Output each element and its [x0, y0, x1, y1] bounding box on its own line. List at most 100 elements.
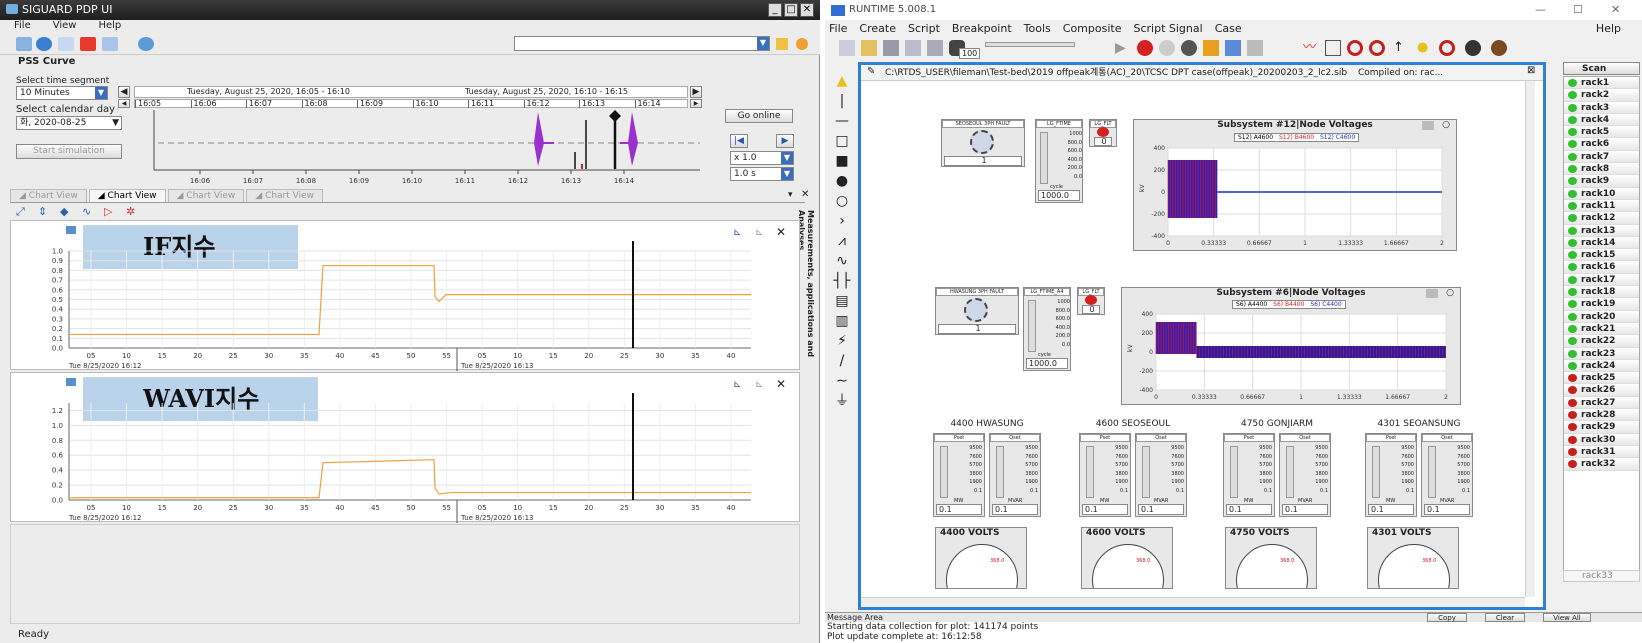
slider-track[interactable] — [1372, 446, 1380, 498]
fault-control-2[interactable]: HWASUNG 3PH FAULT 1 — [935, 287, 1019, 335]
flt-button-2[interactable]: LG_FLT 0 — [1077, 287, 1105, 315]
filled-circle-icon[interactable]: ● — [833, 172, 851, 190]
monitor-icon[interactable] — [1203, 40, 1219, 56]
circle-icon[interactable]: ○ — [833, 192, 851, 210]
resistor-icon[interactable]: ⩘ — [833, 232, 851, 250]
menu-script-signal[interactable]: Script Signal — [1133, 22, 1202, 35]
next-range-button[interactable]: ▶ — [690, 86, 702, 98]
capacitor-icon[interactable]: ┤├ — [833, 272, 851, 290]
chevron-down-icon[interactable]: ▼ — [781, 152, 793, 164]
rack-item[interactable]: rack31 — [1564, 445, 1639, 459]
rack-item[interactable]: rack12 — [1564, 212, 1639, 225]
rack-item[interactable]: rack5 — [1564, 126, 1639, 139]
gear-icon[interactable] — [1225, 40, 1241, 56]
minimize-button[interactable]: — — [1535, 3, 1546, 16]
warning-icon[interactable]: ▲ — [833, 72, 851, 90]
chevron-down-icon[interactable]: ▼ — [95, 87, 107, 99]
pset-slider[interactable]: Pset 9500 7600 5700 3800 1900 0.1 MW 0.1 — [1079, 433, 1131, 517]
print-icon[interactable] — [927, 40, 943, 56]
event-icon[interactable]: ✲ — [126, 205, 135, 218]
rack-item[interactable]: rack4 — [1564, 113, 1639, 127]
flt-button-1[interactable]: LG_FLT 0 — [1089, 119, 1117, 147]
clear-button[interactable]: Clear — [1485, 613, 1525, 622]
menu-file[interactable]: File — [14, 20, 31, 31]
prev-range-button[interactable]: ◀ — [118, 86, 130, 98]
slider-track[interactable] — [1086, 446, 1094, 498]
start-simulation-button[interactable]: Start simulation — [16, 144, 122, 159]
scale-icon[interactable]: ◆ — [60, 205, 68, 218]
refresh-icon[interactable] — [138, 37, 154, 51]
window-icon[interactable] — [58, 37, 74, 51]
zoom-slider[interactable] — [985, 42, 1075, 47]
rack-item[interactable]: rack32 — [1564, 458, 1639, 471]
close-button[interactable]: ✕ — [1611, 3, 1620, 16]
open-icon[interactable] — [861, 40, 877, 56]
zoom-select[interactable]: x 1.0 ▼ — [730, 151, 794, 165]
maximize-button[interactable]: ☐ — [1573, 3, 1583, 16]
ftime-slider-2[interactable]: LG_FTIME_A4 1000 800.0 600.0 400.0 200.0 0.0 … — [1023, 287, 1071, 371]
meter-icon[interactable] — [1325, 40, 1341, 56]
menu-help[interactable]: Help — [1596, 22, 1621, 35]
globe-icon[interactable] — [36, 37, 52, 51]
plot-settings-icon[interactable] — [1426, 289, 1438, 298]
tab-chart-view-1[interactable]: ◢ Chart View — [10, 189, 87, 202]
plot-close-icon[interactable]: ○ — [1442, 120, 1450, 130]
graph-icon[interactable] — [102, 37, 118, 51]
chevron-down-icon[interactable]: ▼ — [112, 117, 119, 129]
if-chart[interactable]: 1.00.9 0.8 0.70.6 0.5 0.40.3 0.2 0.1 0.0 05 10 15 2… — [11, 241, 801, 371]
close-button[interactable]: ✕ — [800, 3, 814, 17]
node-voltage-plot-2[interactable]: Subsystem #6|Node Voltages ○ S6) A4400 S… — [1121, 287, 1461, 405]
menu-composite[interactable]: Composite — [1063, 22, 1122, 35]
rack-item[interactable]: rack13 — [1564, 224, 1639, 237]
fit-icon[interactable]: ⇕ — [38, 205, 47, 218]
tabs-menu-icon[interactable]: ▾ — [788, 190, 793, 200]
slider-track[interactable] — [1142, 446, 1150, 498]
calendar-select[interactable]: 화, 2020-08-25 ▼ — [16, 116, 122, 130]
cycle-value[interactable]: 1000.0 — [1038, 190, 1080, 201]
red-lamp-icon[interactable] — [1085, 295, 1097, 305]
close-icon[interactable]: ✕ — [776, 377, 786, 391]
copy-icon[interactable] — [905, 40, 921, 56]
rack-item[interactable]: rack15 — [1564, 249, 1639, 262]
node-voltage-plot-1[interactable]: Subsystem #12|Node Voltages ○ S12) A4600… — [1133, 119, 1457, 251]
inductor-icon[interactable]: ∿ — [833, 252, 851, 270]
record-2-icon[interactable] — [1369, 40, 1385, 56]
ftime-slider-1[interactable]: LG_FTIME 1000 800.0 600.0 400.0 200.0 0.0 cyc… — [1035, 119, 1083, 203]
zoom-value[interactable]: 100 — [959, 48, 981, 59]
axis-icon[interactable]: ⊾ — [733, 227, 741, 238]
pset-value[interactable]: 0.1 — [1368, 504, 1414, 515]
rack-item[interactable]: rack22 — [1564, 335, 1639, 348]
search-input[interactable]: ▼ — [514, 36, 770, 51]
maximize-button[interactable]: □ — [784, 3, 798, 17]
rack-item[interactable]: rack1 — [1564, 77, 1639, 90]
slider-track[interactable] — [1428, 446, 1436, 498]
rack-item[interactable]: rack16 — [1564, 261, 1639, 274]
diagonal-icon[interactable]: / — [833, 352, 851, 370]
switch-icon[interactable]: ⚡ — [833, 332, 851, 350]
qset-value[interactable]: 0.1 — [992, 504, 1038, 515]
prev-tick-button[interactable]: ◀ — [118, 99, 130, 108]
menu-create[interactable]: Create — [859, 22, 896, 35]
wave-icon[interactable]: ∼ — [833, 372, 851, 390]
play-button[interactable]: ▶ — [776, 134, 794, 148]
qset-value[interactable]: 0.1 — [1138, 504, 1184, 515]
time-segment-select[interactable]: 10 Minutes ▼ — [16, 86, 108, 100]
dial-icon[interactable] — [964, 298, 988, 322]
copy-button[interactable]: Copy — [1427, 613, 1467, 622]
pset-value[interactable]: 0.1 — [1082, 504, 1128, 515]
chart-settings-icon[interactable] — [66, 226, 76, 234]
rack-item[interactable]: rack23 — [1564, 347, 1639, 360]
filled-rectangle-icon[interactable]: ■ — [833, 152, 851, 170]
chart-settings-icon[interactable] — [66, 378, 76, 386]
arrow-icon[interactable]: ▷ — [104, 205, 112, 218]
save-icon[interactable] — [883, 40, 899, 56]
camera-icon[interactable] — [1181, 40, 1197, 56]
axis-icon[interactable]: ⊾ — [733, 379, 741, 390]
go-online-button[interactable]: Go online — [725, 109, 793, 123]
cycle-value[interactable]: 1000.0 — [1026, 358, 1068, 369]
close-icon[interactable]: ⊠ — [1527, 65, 1535, 76]
pset-slider[interactable]: Pset 9500 7600 5700 3800 1900 0.1 MW 0.1 — [933, 433, 985, 517]
rack-item[interactable]: rack18 — [1564, 286, 1639, 299]
plot-icon[interactable]: 〰 — [1303, 40, 1319, 56]
overview-strip[interactable]: 16:06 16:07 16:08 16:09 16:10 16:11 16:12 16:13… — [150, 108, 705, 188]
